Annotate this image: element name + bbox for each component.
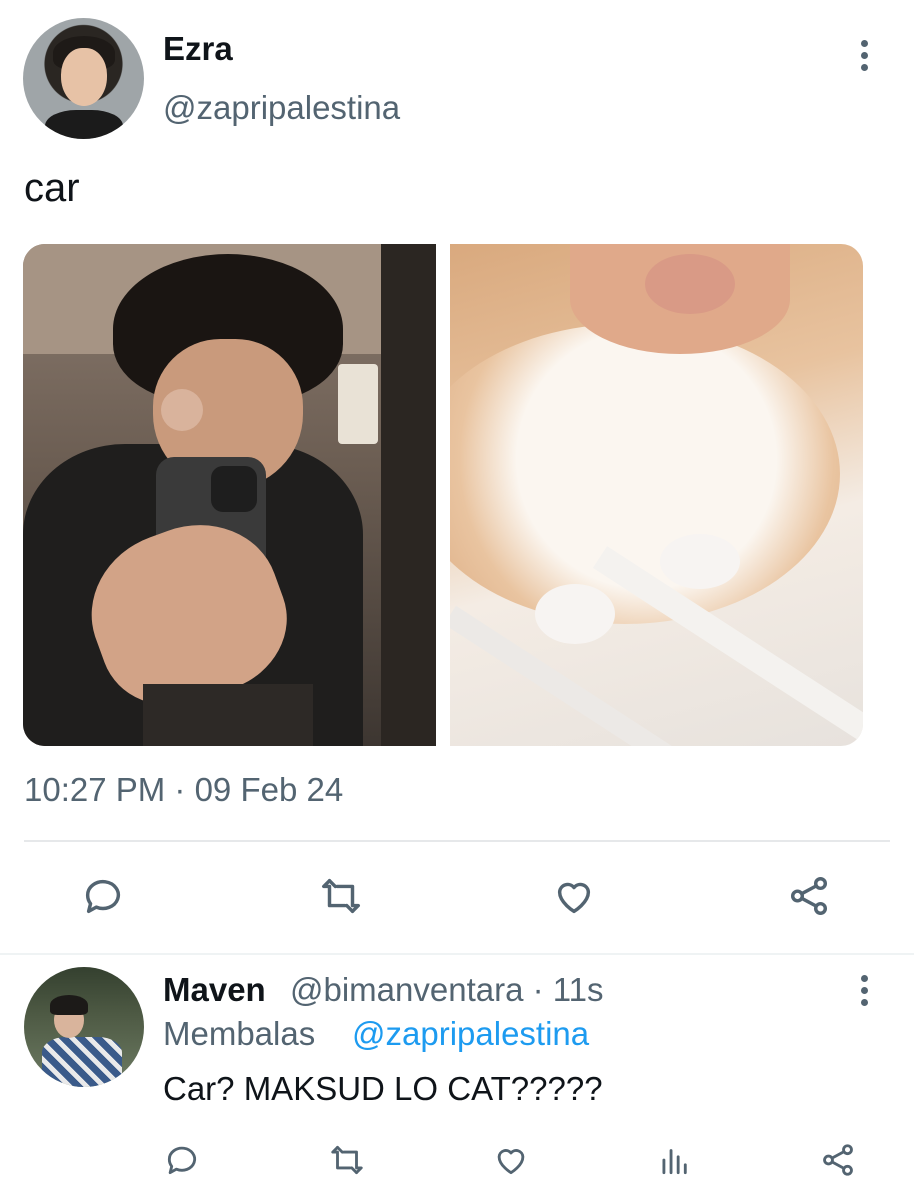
tweet-timestamp[interactable]: 10:27 PM · 09 Feb 24 — [24, 771, 343, 809]
divider — [24, 840, 890, 842]
reply-author-handle[interactable]: @bimanventara · 11s — [290, 971, 604, 1009]
analytics-icon[interactable] — [653, 1138, 697, 1182]
reply-author-name[interactable]: Maven — [163, 971, 266, 1009]
share-icon[interactable] — [781, 868, 837, 924]
retweet-icon[interactable] — [325, 1138, 369, 1182]
author-avatar[interactable] — [23, 18, 144, 139]
media-image-selfie[interactable] — [23, 244, 436, 746]
like-icon[interactable] — [546, 868, 602, 924]
reply-icon[interactable] — [160, 1138, 204, 1182]
main-tweet[interactable]: Ezra @zapripalestina car 10:27 PM · 09 F… — [0, 0, 914, 953]
replying-to-handle[interactable]: @zapripalestina — [352, 1015, 589, 1053]
share-icon[interactable] — [816, 1138, 860, 1182]
reply-text: Car? MAKSUD LO CAT????? — [163, 1070, 603, 1107]
reply-author-avatar[interactable] — [24, 967, 144, 1087]
media-image-cat[interactable] — [450, 244, 863, 746]
more-options-icon[interactable] — [850, 40, 878, 76]
reply-actions — [0, 1138, 914, 1188]
tweet-text: car — [24, 166, 80, 210]
replying-to-label: Membalas — [163, 1015, 316, 1052]
like-icon[interactable] — [489, 1138, 533, 1182]
reply-icon[interactable] — [75, 868, 131, 924]
media-grid — [23, 244, 863, 746]
more-options-icon[interactable] — [850, 975, 878, 1011]
author-name[interactable]: Ezra — [163, 30, 233, 68]
reply-tweet[interactable]: Maven @bimanventara · 11s Membalas @zapr… — [0, 955, 914, 1200]
retweet-icon[interactable] — [313, 868, 369, 924]
author-handle[interactable]: @zapripalestina — [163, 89, 400, 127]
tweet-actions — [0, 868, 914, 928]
